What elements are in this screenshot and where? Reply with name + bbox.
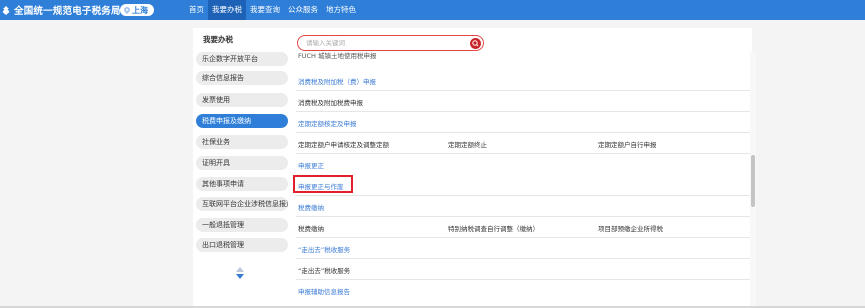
sidebar-item-refund-management[interactable]: 一般退抵管理 — [196, 218, 288, 232]
section-correction: 申报更正 — [296, 155, 752, 175]
site-title: 全国统一规范电子税务局 — [14, 6, 121, 17]
search-button[interactable] — [470, 38, 481, 49]
nav-query[interactable]: 我要查询 — [246, 0, 284, 20]
search-icon — [472, 40, 479, 47]
section-title: 申报更正 — [298, 162, 324, 170]
sidebar-title: 我要办税 — [203, 35, 233, 44]
nav-public-service[interactable]: 公众服务 — [284, 0, 322, 20]
item-quota-self-declare[interactable]: 定期定额户自行申报 — [598, 134, 657, 153]
table-row: 消费税及附加税费申报 — [296, 92, 752, 112]
sidebar-item-platform-report[interactable]: 互联网平台企业涉税信息报送 — [196, 197, 288, 211]
emblem-icon — [2, 5, 10, 15]
item-tax-payment[interactable]: 税费缴纳 — [298, 218, 324, 237]
item-quota-apply[interactable]: 定期定额户申请核定及调整定额 — [298, 134, 389, 153]
sidebar-item-tax-declaration[interactable]: 税费申报及缴纳 — [196, 114, 288, 128]
item-project-prepay[interactable]: 项目部预缴企业所得税 — [598, 218, 663, 237]
section-title: 定期定额核定及申报 — [298, 119, 357, 128]
item-special-adjustment[interactable]: 特别纳税调查自行调整（缴纳） — [448, 218, 539, 237]
item-consumption-tax-declaration[interactable]: 消费税及附加税费申报 — [298, 92, 363, 111]
table-row: 税费缴纳 特别纳税调查自行调整（缴纳） 项目部预缴企业所得税 — [296, 218, 752, 238]
section-fixed-quota: 定期定额核定及申报 — [296, 113, 752, 133]
sidebar-item-other-requests[interactable]: 其他事项申请 — [196, 177, 288, 191]
table-row: 申报更正与作废 — [296, 176, 752, 196]
scrollbar-thumb[interactable] — [751, 155, 755, 207]
sidebar-item-invoice[interactable]: 发票使用 — [196, 93, 288, 107]
nav-tax-handling[interactable]: 我要办税 — [208, 0, 246, 20]
section-title: 申报辅助信息报告 — [298, 288, 350, 296]
section-title: 税费缴纳 — [298, 203, 324, 212]
table-row: 定期定额户申请核定及调整定额 定期定额终止 定期定额户自行申报 — [296, 134, 752, 154]
sidebar-item-leqi-platform[interactable]: 乐企数字开放平台 — [196, 52, 288, 66]
section-tax-payment: 税费缴纳 — [296, 197, 752, 217]
list-item-text: FUCH 城镇土地使用税申报 — [298, 52, 377, 60]
sidebar-item-certificate[interactable]: 证明开具 — [196, 156, 288, 170]
sidebar-item-social-security[interactable]: 社保业务 — [196, 135, 288, 149]
sidebar-item-export-refund[interactable]: 出口退税管理 — [196, 238, 288, 252]
section-auxiliary-report: 申报辅助信息报告 — [296, 281, 752, 301]
nav-home[interactable]: 首页 — [185, 0, 208, 20]
search-box — [297, 35, 484, 51]
section-title: “走出去”税收服务 — [298, 245, 351, 254]
section-title: 消费税及附加税（费）申报 — [298, 77, 376, 86]
section-consumption-tax: 消费税及附加税（费）申报 — [296, 71, 752, 91]
up-down-arrows-icon[interactable] — [235, 266, 245, 280]
list-item-partial: FUCH 城镇土地使用税申报 — [296, 52, 752, 60]
item-going-global-service[interactable]: “走出去”税收服务 — [298, 260, 350, 279]
site-brand[interactable]: 全国统一规范电子税务局 — [2, 3, 121, 17]
service-list: FUCH 城镇土地使用税申报 消费税及附加税（费）申报 消费税及附加税费申报 定… — [296, 52, 752, 308]
region-label: 上海 — [132, 5, 148, 15]
table-row: “走出去”税收服务 — [296, 260, 752, 280]
item-quota-terminate[interactable]: 定期定额终止 — [448, 134, 487, 153]
section-going-global: “走出去”税收服务 — [296, 239, 752, 259]
region-selector[interactable]: 上海 — [120, 4, 154, 16]
highlight-box — [293, 175, 353, 193]
main-nav: 首页 我要办税 我要查询 公众服务 地方特色 — [185, 0, 360, 20]
location-pin-icon — [124, 6, 130, 14]
search-input[interactable] — [306, 38, 456, 48]
nav-local-features[interactable]: 地方特色 — [322, 0, 360, 20]
sidebar-item-info-report[interactable]: 综合信息报告 — [196, 71, 288, 85]
